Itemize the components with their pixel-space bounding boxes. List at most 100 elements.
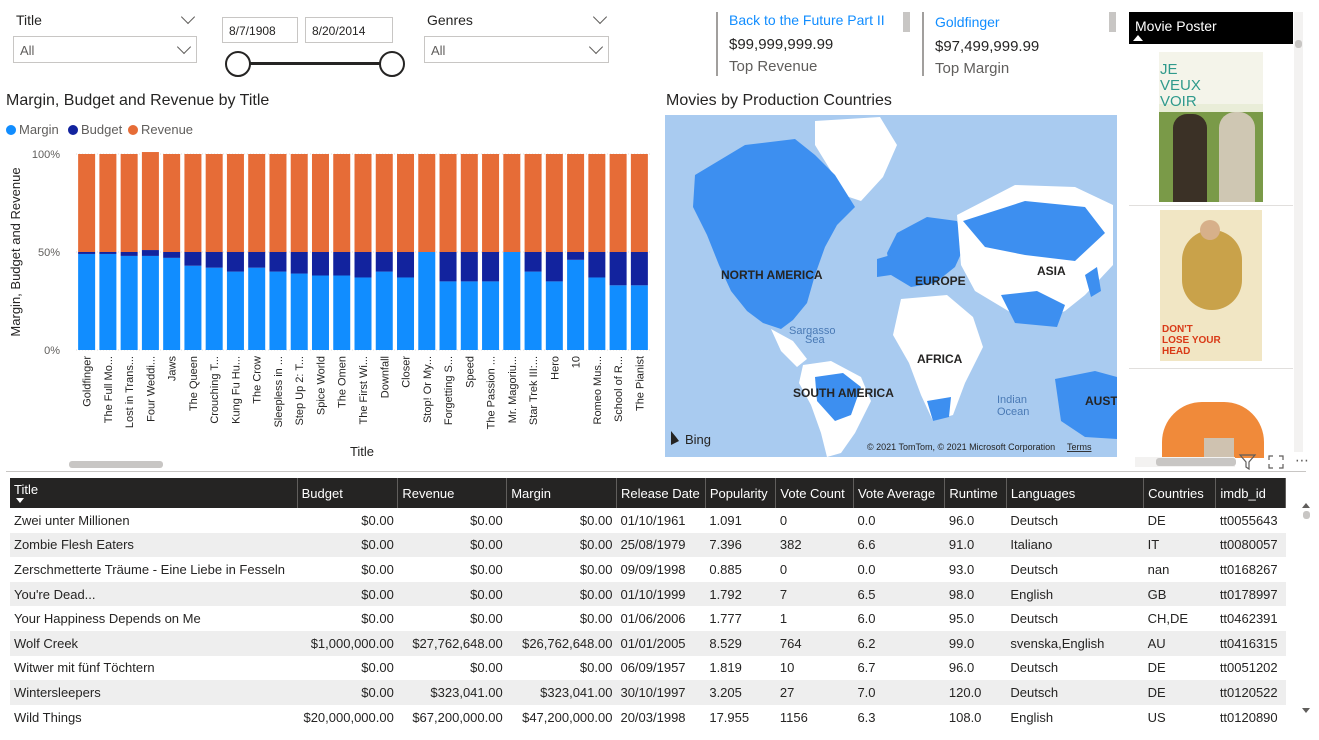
bar-segment-budget[interactable]: [290, 252, 308, 274]
bar-segment-budget[interactable]: [460, 252, 478, 282]
column-header-vote-average[interactable]: Vote Average: [853, 478, 946, 508]
top-revenue-movie-title[interactable]: Back to the Future Part II: [729, 12, 899, 28]
genres-slicer-dropdown[interactable]: All: [424, 36, 609, 63]
bar-segment-revenue[interactable]: [226, 154, 244, 252]
bar-segment-budget[interactable]: [567, 252, 585, 260]
bar-segment-budget[interactable]: [439, 252, 457, 282]
column-header-runtime[interactable]: Runtime: [944, 478, 1007, 508]
bar-segment-margin[interactable]: [120, 255, 138, 350]
genres-slicer-collapse-chevron-icon[interactable]: [592, 9, 608, 25]
column-header-popularity[interactable]: Popularity: [705, 478, 777, 508]
bar-segment-revenue[interactable]: [78, 154, 96, 252]
chart-scroll-thumb[interactable]: [69, 461, 163, 468]
bar-segment-margin[interactable]: [141, 255, 159, 350]
top-margin-movie-title[interactable]: Goldfinger: [935, 14, 1105, 30]
table-row[interactable]: Wolf Creek $1,000,000.00 $27,762,648.00 $26…: [10, 630, 1286, 656]
table-row[interactable]: You're Dead... $0.00 $0.00 $0.00 01/10/1999 1…: [10, 581, 1286, 607]
bar-segment-revenue[interactable]: [524, 154, 542, 252]
poster-vertical-scrollbar[interactable]: [1294, 12, 1303, 452]
bar-segment-budget[interactable]: [184, 252, 202, 266]
column-header-imdb-id[interactable]: imdb_id: [1215, 478, 1286, 508]
bar-segment-margin[interactable]: [524, 271, 542, 350]
bar-segment-budget[interactable]: [99, 252, 117, 254]
bar-segment-margin[interactable]: [460, 281, 478, 350]
bar-segment-margin[interactable]: [397, 277, 415, 350]
bar-segment-budget[interactable]: [333, 252, 351, 276]
bar-segment-margin[interactable]: [163, 257, 181, 350]
bar-segment-revenue[interactable]: [269, 154, 287, 252]
date-range-end-handle[interactable]: [379, 51, 405, 77]
bar-segment-margin[interactable]: [609, 285, 627, 350]
bar-segment-margin[interactable]: [588, 277, 606, 350]
bar-segment-revenue[interactable]: [333, 154, 351, 252]
focus-mode-icon[interactable]: [1267, 454, 1285, 470]
bar-segment-revenue[interactable]: [439, 154, 457, 252]
bar-segment-budget[interactable]: [397, 252, 415, 278]
bar-segment-revenue[interactable]: [248, 154, 266, 252]
movie-poster-image[interactable]: DON'T LOSE YOUR HEAD: [1160, 210, 1262, 361]
end-date-input[interactable]: 8/20/2014: [305, 17, 393, 43]
kpi-scrollbar[interactable]: [903, 12, 910, 32]
bar-segment-budget[interactable]: [375, 252, 393, 272]
bar-segment-budget[interactable]: [609, 252, 627, 286]
poster-horizontal-scroll-thumb[interactable]: [1156, 458, 1236, 466]
bar-segment-revenue[interactable]: [588, 154, 606, 252]
table-scroll-thumb[interactable]: [1303, 511, 1310, 519]
scroll-down-icon[interactable]: [1302, 708, 1310, 713]
legend-item-budget[interactable]: Budget: [68, 122, 122, 137]
bar-segment-revenue[interactable]: [141, 152, 159, 251]
table-row[interactable]: Zerschmetterte Träume - Eine Liebe in Fe…: [10, 557, 1286, 582]
bar-segment-revenue[interactable]: [99, 154, 117, 252]
bar-segment-revenue[interactable]: [375, 154, 393, 252]
bar-segment-margin[interactable]: [333, 275, 351, 350]
filter-icon[interactable]: [1238, 453, 1258, 471]
bar-segment-budget[interactable]: [248, 252, 266, 268]
column-header-release-date[interactable]: Release Date: [616, 478, 706, 508]
bar-segment-budget[interactable]: [163, 252, 181, 258]
bar-segment-revenue[interactable]: [354, 154, 372, 252]
title-slicer-collapse-chevron-icon[interactable]: [180, 9, 196, 25]
bar-segment-revenue[interactable]: [163, 154, 181, 252]
scroll-up-icon[interactable]: [1302, 503, 1310, 508]
bar-segment-margin[interactable]: [269, 271, 287, 350]
bar-segment-revenue[interactable]: [397, 154, 415, 252]
table-row[interactable]: Wild Things $20,000,000.00 $67,200,000.00 $…: [10, 704, 1286, 730]
bar-segment-revenue[interactable]: [184, 154, 202, 252]
bar-segment-margin[interactable]: [290, 273, 308, 350]
bar-segment-revenue[interactable]: [311, 154, 329, 252]
movie-poster-image[interactable]: [1162, 402, 1264, 458]
table-vertical-scrollbar[interactable]: [1302, 502, 1311, 718]
bar-segment-revenue[interactable]: [460, 154, 478, 252]
column-header-margin[interactable]: Margin: [506, 478, 617, 508]
bar-segment-budget[interactable]: [354, 252, 372, 278]
column-header-languages[interactable]: Languages: [1006, 478, 1145, 508]
table-row[interactable]: Zwei unter Millionen $0.00 $0.00 $0.00 01/10…: [10, 508, 1286, 533]
start-date-input[interactable]: 8/7/1908: [222, 17, 298, 43]
bar-segment-margin[interactable]: [184, 265, 202, 350]
bar-segment-margin[interactable]: [567, 259, 585, 350]
bar-segment-budget[interactable]: [205, 252, 223, 268]
bar-segment-margin[interactable]: [503, 252, 521, 350]
bar-segment-revenue[interactable]: [418, 154, 436, 252]
bar-segment-budget[interactable]: [120, 252, 138, 256]
poster-scroll-thumb[interactable]: [1295, 40, 1302, 48]
table-row[interactable]: Witwer mit fünf Töchtern $0.00 $0.00 $0.00 0…: [10, 655, 1286, 681]
bar-segment-budget[interactable]: [226, 252, 244, 272]
bar-segment-budget[interactable]: [588, 252, 606, 278]
bar-segment-budget[interactable]: [141, 250, 159, 256]
legend-item-margin[interactable]: Margin: [6, 122, 59, 137]
bar-segment-margin[interactable]: [630, 285, 648, 350]
bar-segment-budget[interactable]: [269, 252, 287, 272]
bar-segment-margin[interactable]: [78, 253, 96, 350]
bar-segment-revenue[interactable]: [630, 154, 648, 252]
bar-segment-margin[interactable]: [248, 267, 266, 350]
date-range-start-handle[interactable]: [225, 51, 251, 77]
bar-segment-revenue[interactable]: [205, 154, 223, 252]
bar-segment-margin[interactable]: [418, 252, 436, 350]
bar-segment-margin[interactable]: [311, 275, 329, 350]
bar-segment-budget[interactable]: [524, 252, 542, 272]
legend-item-revenue[interactable]: Revenue: [128, 122, 193, 137]
column-header-vote-count[interactable]: Vote Count: [775, 478, 854, 508]
bar-segment-margin[interactable]: [354, 277, 372, 350]
title-slicer-dropdown[interactable]: All: [13, 36, 197, 63]
